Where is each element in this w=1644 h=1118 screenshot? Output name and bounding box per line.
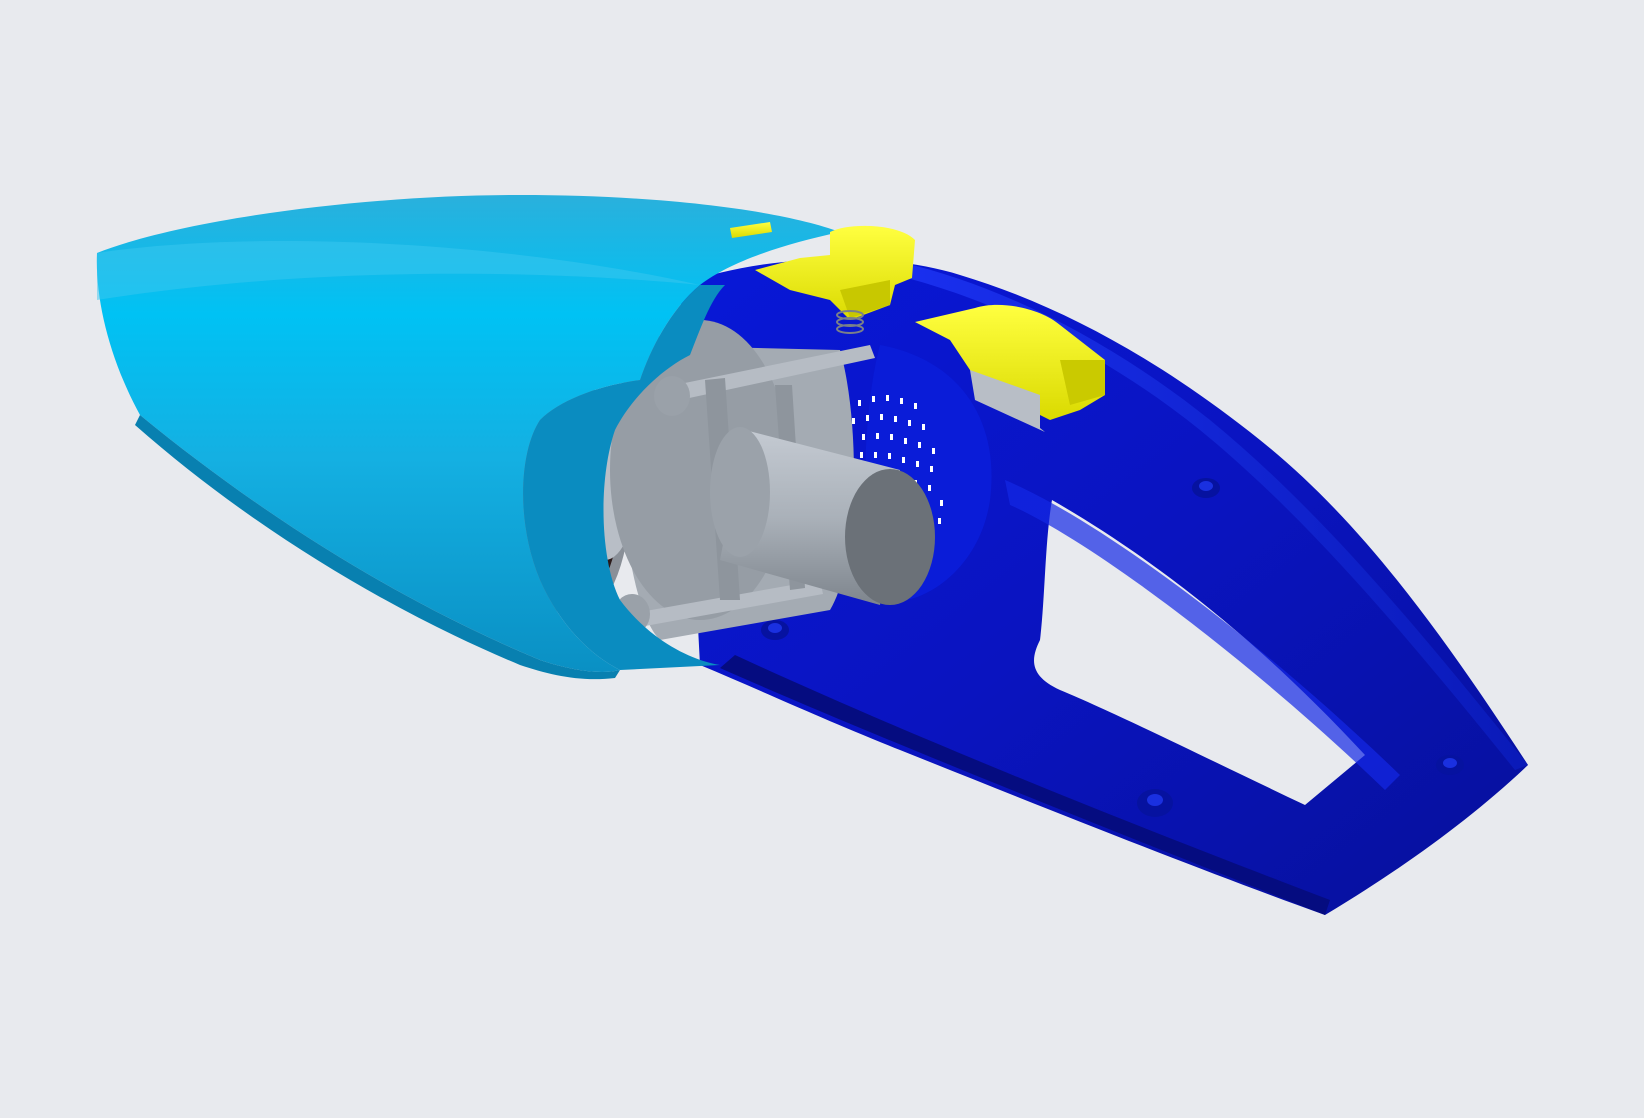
screw-boss-icon xyxy=(1192,478,1220,498)
screw-boss-icon xyxy=(1436,755,1464,775)
screw-boss-icon xyxy=(1137,789,1173,817)
rod-cap-upper xyxy=(654,376,690,416)
cad-viewport xyxy=(0,0,1644,1118)
motor-endcap xyxy=(845,469,935,605)
screw-boss-icon xyxy=(761,620,789,640)
vacuum-model xyxy=(96,195,1528,915)
motor-shaft-base xyxy=(710,427,770,557)
